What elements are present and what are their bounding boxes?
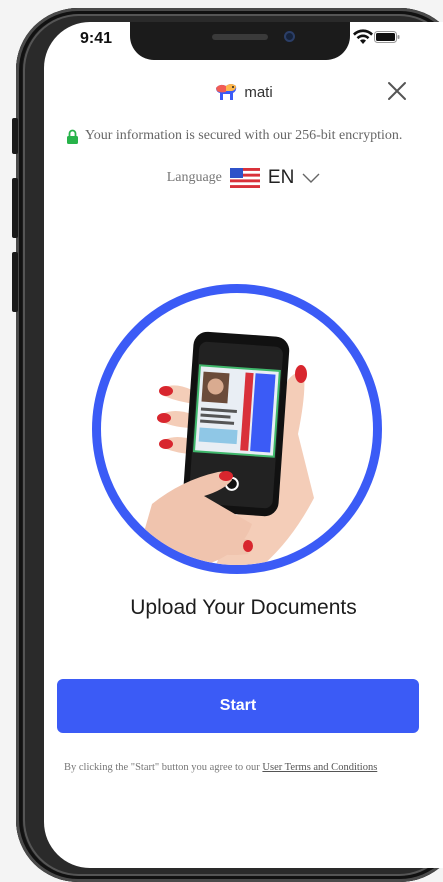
terms-link[interactable]: User Terms and Conditions xyxy=(262,762,377,773)
battery-icon xyxy=(374,31,400,43)
terms-text: By clicking the "Start" button you agree… xyxy=(64,762,263,773)
wifi-icon xyxy=(353,29,373,44)
speaker-grille xyxy=(212,34,268,40)
close-icon[interactable] xyxy=(386,80,408,102)
volume-down-button xyxy=(12,252,18,312)
terms-notice: By clicking the "Start" button you agree… xyxy=(64,762,443,773)
notch xyxy=(130,22,350,60)
volume-up-button xyxy=(12,178,18,238)
chevron-down-icon xyxy=(302,173,320,183)
security-notice: Your information is secured with our 256… xyxy=(66,128,437,144)
brand: mati xyxy=(44,82,443,102)
brand-name: mati xyxy=(244,83,273,101)
language-selector[interactable]: Language EN xyxy=(44,167,443,189)
lock-icon xyxy=(67,129,78,144)
language-label: Language xyxy=(166,170,222,185)
phone-screen: 9:41 mati Your information is secured wi… xyxy=(44,22,443,868)
mati-logo-icon xyxy=(216,84,237,100)
mute-switch xyxy=(12,118,18,154)
document-scan-illustration xyxy=(132,331,314,565)
us-flag-icon xyxy=(229,168,260,188)
page-title: Upload Your Documents xyxy=(130,596,357,619)
security-text: Your information is secured with our 256… xyxy=(85,128,403,143)
start-button[interactable]: Start xyxy=(57,679,419,733)
language-value: EN xyxy=(267,167,295,188)
front-camera xyxy=(284,31,295,42)
status-time: 9:41 xyxy=(80,30,113,47)
